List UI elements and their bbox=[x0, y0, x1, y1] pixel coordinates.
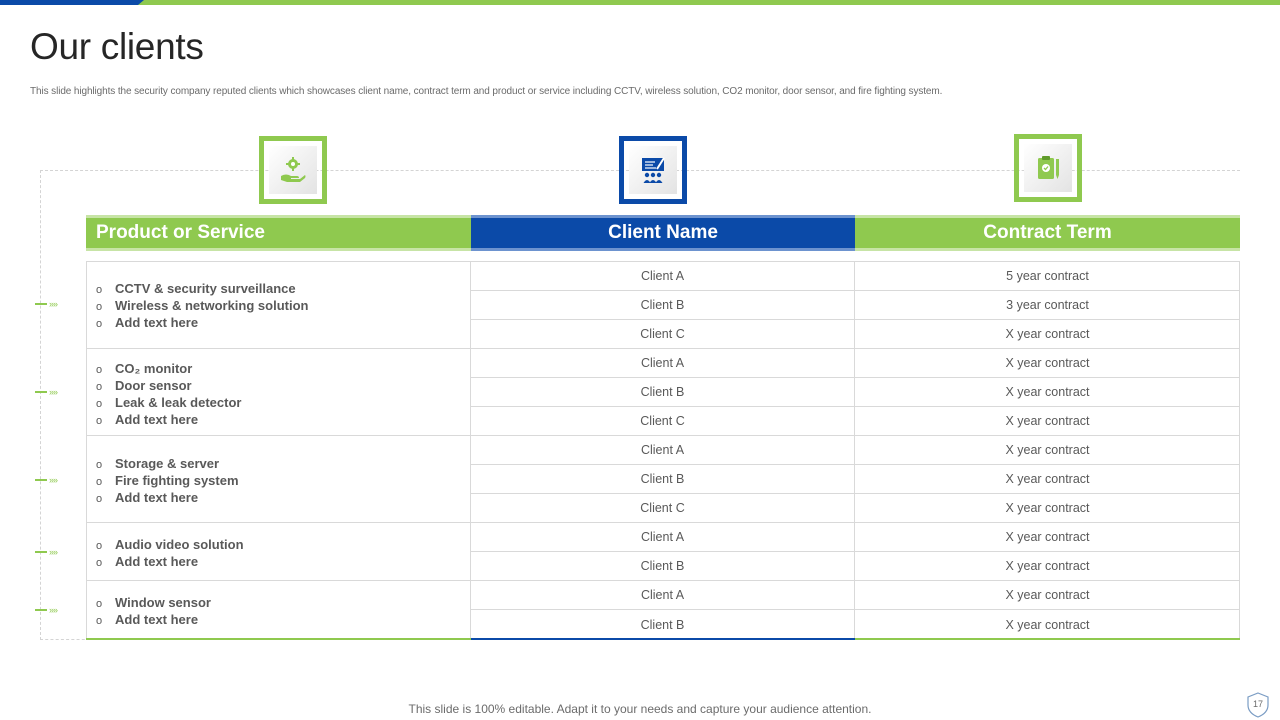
list-item: o Door sensor bbox=[96, 378, 192, 393]
clipboard-pen-icon bbox=[1038, 156, 1059, 179]
list-item: o Leak & leak detector bbox=[96, 395, 242, 410]
page-number: 17 bbox=[1252, 699, 1263, 709]
client-name-cell: Client A bbox=[471, 262, 855, 291]
client-name-cell: Client A bbox=[471, 523, 855, 552]
contract-term-cell: X year contract bbox=[855, 378, 1240, 407]
client-name-cell: Client B bbox=[471, 552, 855, 581]
connector-arrow: ›››› bbox=[35, 605, 71, 615]
top-accent-bar-green bbox=[138, 0, 1280, 5]
dashed-frame-left bbox=[40, 170, 41, 640]
contract-term-cell: X year contract bbox=[855, 581, 1240, 610]
contract-term-cell: X year contract bbox=[855, 494, 1240, 523]
client-name-cell: Client A bbox=[471, 436, 855, 465]
contract-term-cell: X year contract bbox=[855, 465, 1240, 494]
client-name-cell: Client B bbox=[471, 378, 855, 407]
footer-note: This slide is 100% editable. Adapt it to… bbox=[408, 702, 872, 716]
client-name-cell: Client A bbox=[471, 349, 855, 378]
slide-title: Our clients bbox=[30, 26, 204, 67]
connector-arrow: ›››› bbox=[35, 475, 71, 485]
clipboard-pen-icon-frame bbox=[1014, 134, 1082, 202]
connector-arrow: ›››› bbox=[35, 299, 71, 309]
list-item: o CCTV & security surveillance bbox=[96, 281, 296, 296]
table-bottom-rule bbox=[86, 638, 471, 640]
header-client-name: Client Name bbox=[471, 215, 855, 251]
list-item: o Add text here bbox=[96, 412, 199, 427]
slide-subtitle: This slide highlights the security compa… bbox=[30, 86, 943, 97]
contract-term-cell: 3 year contract bbox=[855, 291, 1240, 320]
client-name-cell: Client B bbox=[471, 610, 855, 639]
list-item: o Add text here bbox=[96, 490, 199, 505]
client-name-cell: Client B bbox=[471, 291, 855, 320]
top-accent-bar-blue bbox=[0, 0, 145, 5]
contract-term-cell: X year contract bbox=[855, 523, 1240, 552]
client-name-cell: Client A bbox=[471, 581, 855, 610]
connector-arrow: ›››› bbox=[35, 547, 71, 557]
product-group: o Audio video solution o Add text here bbox=[86, 523, 471, 581]
contract-term-cell: X year contract bbox=[855, 436, 1240, 465]
client-name-cell: Client C bbox=[471, 494, 855, 523]
contract-term-cell: X year contract bbox=[855, 349, 1240, 378]
connector-arrow: ›››› bbox=[35, 387, 71, 397]
hand-gear-icon bbox=[281, 157, 306, 182]
contract-term-cell: 5 year contract bbox=[855, 262, 1240, 291]
contract-term-cell: X year contract bbox=[855, 552, 1240, 581]
hand-gear-icon-frame bbox=[259, 136, 327, 204]
client-name-cell: Client C bbox=[471, 407, 855, 436]
contract-term-cell: X year contract bbox=[855, 407, 1240, 436]
dashed-frame-bottom bbox=[40, 639, 90, 640]
list-item: o Add text here bbox=[96, 315, 199, 330]
list-item: o Storage & server bbox=[96, 456, 220, 471]
product-group: o Window sensor o Add text here bbox=[86, 581, 471, 640]
table-bottom-rule bbox=[855, 638, 1240, 640]
header-contract-term: Contract Term bbox=[855, 215, 1240, 251]
list-item: o CO₂ monitor bbox=[96, 361, 193, 376]
list-item: o Window sensor bbox=[96, 595, 211, 610]
list-item: o Add text here bbox=[96, 554, 199, 569]
contract-term-cell: X year contract bbox=[855, 320, 1240, 349]
contract-term-cell: X year contract bbox=[1005, 617, 1090, 632]
list-item: o Audio video solution bbox=[96, 537, 244, 552]
presentation-team-icon bbox=[642, 157, 665, 183]
product-group: o CO₂ monitor o Door sensor o Leak & leak d… bbox=[86, 349, 471, 436]
list-item: o Add text here bbox=[96, 612, 199, 627]
table-bottom-rule bbox=[471, 638, 855, 640]
product-group: o CCTV & security surveillance o Wireless … bbox=[86, 261, 471, 349]
header-product-or-service: Product or Service bbox=[86, 215, 471, 251]
list-item: o Fire fighting system bbox=[96, 473, 239, 488]
client-name-cell: Client C bbox=[471, 320, 855, 349]
presentation-team-icon-frame bbox=[619, 136, 687, 204]
client-name-cell: Client B bbox=[471, 465, 855, 494]
product-group: o Storage & server o Fire fighting system … bbox=[86, 436, 471, 523]
list-item: o Wireless & networking solution bbox=[96, 298, 309, 313]
